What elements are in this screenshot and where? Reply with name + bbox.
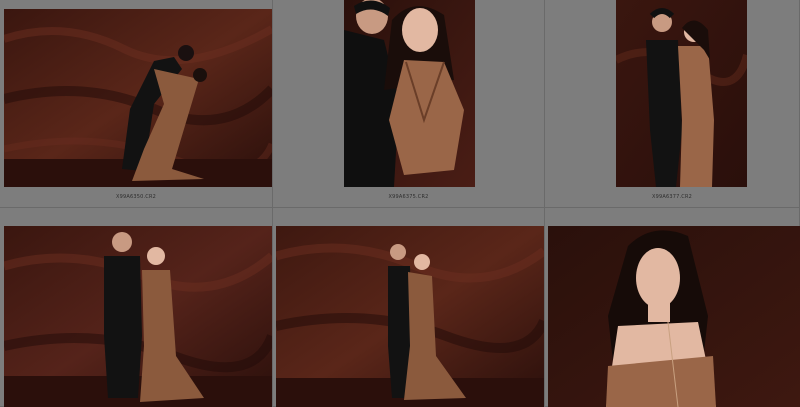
photo-bride-portrait [548,226,800,407]
photo-couple-embrace-full [276,226,544,407]
thumbnail-cell[interactable]: X99A6350.CR2 [0,0,273,208]
thumbnail-cell[interactable] [0,208,273,407]
photo-thumbnail[interactable] [344,0,475,187]
photo-couple-dip [4,9,272,187]
photo-couple-standing-side [4,226,272,407]
photo-thumbnail[interactable] [4,9,272,187]
photo-thumbnail[interactable] [276,226,544,407]
thumbnail-cell[interactable]: X99A6375.CR2 [273,0,545,208]
thumbnail-cell[interactable]: X99A6377.CR2 [545,0,800,208]
thumbnail-cell[interactable] [273,208,545,407]
filmstrip-grid: X99A6350.CR2 X99A6375.CR2 X99A6377.CR2 [0,0,800,407]
thumbnail-cell[interactable] [545,208,800,407]
photo-thumbnail[interactable] [4,226,272,407]
photo-couple-closeup [344,0,475,187]
photo-thumbnail[interactable] [548,226,800,407]
file-name-label: X99A6350.CR2 [115,194,157,200]
photo-couple-standing-hug [616,0,747,187]
file-name-label: X99A6377.CR2 [651,194,693,200]
file-name-label: X99A6375.CR2 [388,194,429,200]
photo-thumbnail[interactable] [616,0,747,187]
